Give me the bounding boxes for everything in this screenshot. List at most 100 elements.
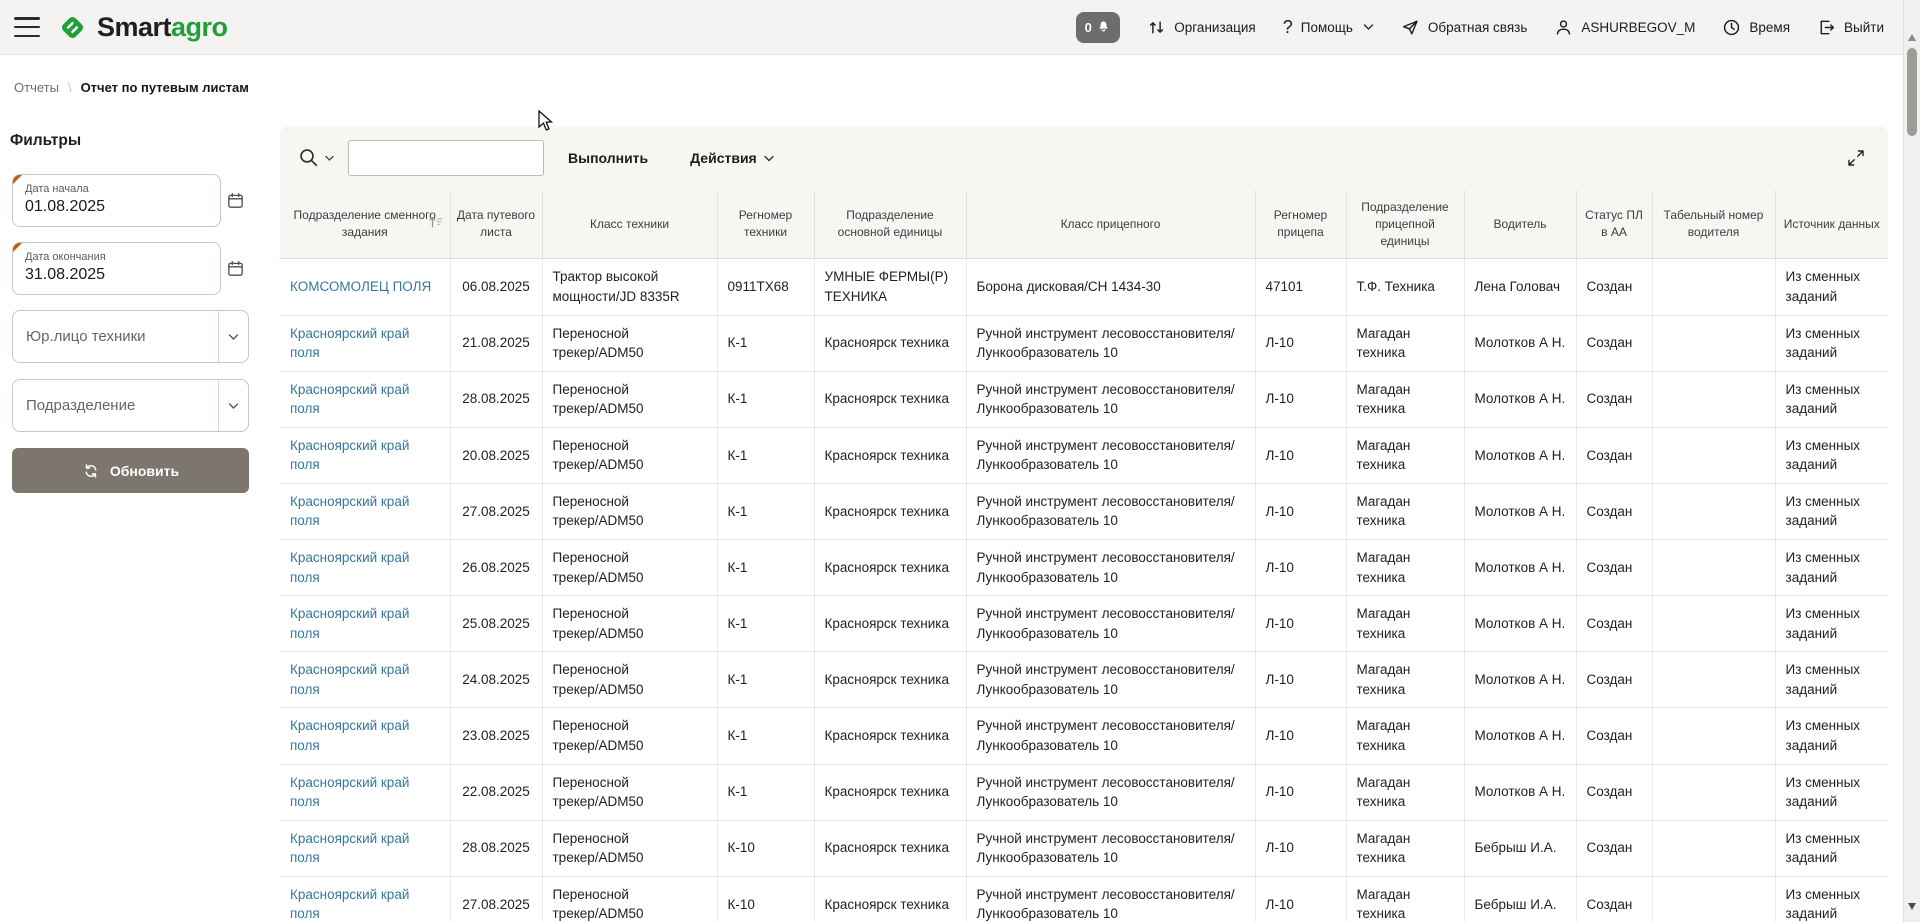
time-button[interactable]: Время — [1722, 18, 1790, 37]
cell-3: Переносной трекер/ADM50 — [542, 764, 717, 820]
date-end-field[interactable]: Дата окончания 31.08.2025 — [12, 242, 221, 295]
scroll-down-arrow[interactable] — [1908, 903, 1916, 910]
division-link[interactable]: Красноярский край поля — [290, 718, 409, 753]
required-marker — [13, 243, 22, 252]
column-header-2[interactable]: Дата путевого листа — [450, 190, 542, 259]
filters-title: Фильтры — [10, 132, 250, 150]
cell-4: К-1 — [717, 315, 814, 371]
division-link[interactable]: Красноярский край поля — [290, 382, 409, 417]
column-header-8[interactable]: Подразделение прицепной единицы — [1346, 190, 1464, 259]
smartagro-logo-icon — [56, 11, 89, 44]
chevron-down-icon — [1363, 23, 1374, 31]
cell-1: Красноярский край поля — [280, 483, 450, 539]
column-header-3[interactable]: Класс техники — [542, 190, 717, 259]
bell-icon — [1095, 19, 1112, 36]
cell-12: Из сменных заданий — [1775, 764, 1888, 820]
column-header-11[interactable]: Табельный номер водителя — [1652, 190, 1775, 259]
app-logo[interactable]: Smartagro — [56, 11, 228, 44]
division-link[interactable]: Красноярский край поля — [290, 662, 409, 697]
division-link[interactable]: Красноярский край поля — [290, 494, 409, 529]
cell-11 — [1652, 652, 1775, 708]
search-input[interactable] — [348, 140, 544, 176]
legal-entity-select[interactable]: Юр.лицо техники — [12, 310, 249, 363]
column-header-4[interactable]: Регномер техники — [717, 190, 814, 259]
column-header-label: Регномер прицепа — [1274, 208, 1327, 239]
division-link[interactable]: КОМСОМОЛЕЦ ПОЛЯ — [290, 279, 431, 294]
date-start-value[interactable]: 01.08.2025 — [25, 198, 208, 216]
scrollbar-thumb[interactable] — [1907, 48, 1917, 136]
column-header-5[interactable]: Подразделение основной единицы — [814, 190, 966, 259]
cell-1: Красноярский край поля — [280, 371, 450, 427]
question-icon: ? — [1283, 17, 1293, 38]
division-link[interactable]: Красноярский край поля — [290, 606, 409, 641]
cell-11 — [1652, 876, 1775, 922]
cell-11 — [1652, 427, 1775, 483]
date-start-calendar-button[interactable] — [221, 184, 249, 218]
division-link[interactable]: Красноярский край поля — [290, 326, 409, 361]
cell-2: 06.08.2025 — [450, 259, 542, 315]
division-link[interactable]: Красноярский край поля — [290, 775, 409, 810]
cell-7: Л-10 — [1255, 708, 1346, 764]
cell-8: Магадан техника — [1346, 652, 1464, 708]
cell-1: Красноярский край поля — [280, 652, 450, 708]
cell-2: 22.08.2025 — [450, 764, 542, 820]
chevron-down-icon — [764, 155, 774, 162]
cell-9: Молотков А Н. — [1464, 708, 1576, 764]
cell-11 — [1652, 708, 1775, 764]
column-header-7[interactable]: Регномер прицепа — [1255, 190, 1346, 259]
actions-menu-button[interactable]: Действия — [690, 150, 774, 166]
help-menu[interactable]: ? Помощь — [1283, 17, 1374, 38]
cell-9: Молотков А Н. — [1464, 764, 1576, 820]
cell-6: Ручной инструмент лесовосстановителя/​Лу… — [966, 540, 1255, 596]
column-header-6[interactable]: Класс прицепного — [966, 190, 1255, 259]
cell-9: Бебрыш И.А. — [1464, 876, 1576, 922]
cell-5: УМНЫЕ ФЕРМЫ(Р) ТЕХНИКА — [814, 259, 966, 315]
column-header-label: Дата путевого листа — [457, 208, 535, 239]
date-end-value[interactable]: 31.08.2025 — [25, 266, 208, 284]
column-header-label: Подразделение сменного задания — [294, 208, 436, 239]
division-link[interactable]: Красноярский край поля — [290, 550, 409, 585]
column-header-1[interactable]: Подразделение сменного задания — [280, 190, 450, 259]
division-link[interactable]: Красноярский край поля — [290, 887, 409, 922]
execute-button[interactable]: Выполнить — [568, 150, 648, 166]
date-end-calendar-button[interactable] — [221, 252, 249, 286]
table-row: Красноярский край поля28.08.2025Переносн… — [280, 820, 1888, 876]
column-header-9[interactable]: Водитель — [1464, 190, 1576, 259]
vertical-scrollbar[interactable] — [1903, 0, 1920, 922]
table-row: Красноярский край поля21.08.2025Переносн… — [280, 315, 1888, 371]
chevron-down-icon — [325, 155, 334, 162]
division-link[interactable]: Красноярский край поля — [290, 438, 409, 473]
column-header-10[interactable]: Статус ПЛ в АА — [1576, 190, 1652, 259]
notifications-button[interactable]: 0 — [1076, 12, 1120, 43]
cell-4: 0911ТХ68 — [717, 259, 814, 315]
cell-1: Красноярский край поля — [280, 764, 450, 820]
cell-12: Из сменных заданий — [1775, 820, 1888, 876]
division-select[interactable]: Подразделение — [12, 379, 249, 432]
search-options-button[interactable] — [298, 147, 334, 169]
cell-11 — [1652, 259, 1775, 315]
cell-12: Из сменных заданий — [1775, 652, 1888, 708]
user-menu[interactable]: ASHURBEGOV_M — [1554, 18, 1695, 37]
main-panel: Выполнить Действия Подразделение сменног… — [280, 126, 1888, 922]
organization-button[interactable]: Организация — [1147, 18, 1255, 37]
notification-count: 0 — [1085, 20, 1092, 35]
breadcrumb-reports-link[interactable]: Отчеты — [14, 80, 59, 95]
breadcrumb: Отчеты \ Отчет по путевым листам — [14, 80, 249, 95]
maximize-report-button[interactable] — [1846, 148, 1870, 168]
hamburger-menu-button[interactable] — [14, 17, 40, 37]
column-header-label: Регномер техники — [739, 208, 792, 239]
feedback-button[interactable]: Обратная связь — [1401, 18, 1527, 37]
column-header-label: Статус ПЛ в АА — [1585, 208, 1643, 239]
cell-7: Л-10 — [1255, 315, 1346, 371]
division-link[interactable]: Красноярский край поля — [290, 831, 409, 866]
date-start-field[interactable]: Дата начала 01.08.2025 — [12, 174, 221, 227]
column-header-label: Водитель — [1493, 217, 1546, 231]
refresh-button[interactable]: Обновить — [12, 448, 249, 493]
sort-ascending-icon[interactable] — [428, 215, 444, 234]
column-header-12[interactable]: Источник данных — [1775, 190, 1888, 259]
logout-button[interactable]: Выйти — [1817, 18, 1884, 37]
calendar-icon — [226, 191, 245, 210]
cell-2: 24.08.2025 — [450, 652, 542, 708]
cell-5: Красноярск техника — [814, 371, 966, 427]
scroll-up-arrow[interactable] — [1908, 34, 1916, 41]
